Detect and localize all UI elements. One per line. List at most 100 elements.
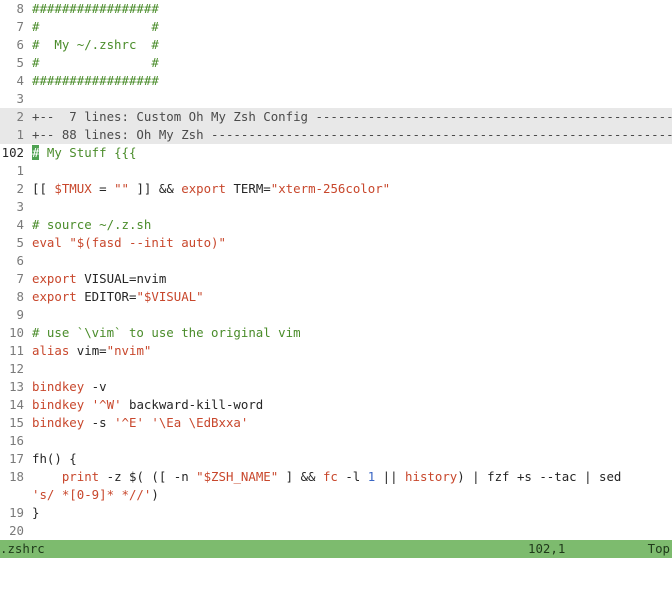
line-number: 4	[16, 73, 24, 88]
code-line[interactable]: 6	[0, 252, 672, 270]
line-text: export EDITOR="$VISUAL"	[24, 288, 204, 306]
token-plain: }	[32, 505, 40, 520]
token-keyword: export	[181, 181, 226, 196]
code-line[interactable]: 15 bindkey -s '^E' '\Ea \EdBxxa'	[0, 414, 672, 432]
code-line[interactable]: 1	[0, 162, 672, 180]
line-number: 5	[16, 55, 24, 70]
line-text: #################	[24, 72, 159, 90]
line-text: bindkey -s '^E' '\Ea \EdBxxa'	[24, 414, 248, 432]
fold-line[interactable]: 1 +-- 88 lines: Oh My Zsh ---------------…	[0, 126, 672, 144]
code-line[interactable]: 7 export VISUAL=nvim	[0, 270, 672, 288]
line-text: +-- 88 lines: Oh My Zsh ----------------…	[24, 126, 672, 144]
line-number: 8	[16, 1, 24, 16]
code-line[interactable]: 10 # use `\vim` to use the original vim	[0, 324, 672, 342]
code-line[interactable]: 3	[0, 198, 672, 216]
token-plain: fh() {	[32, 451, 77, 466]
code-line[interactable]: 7 # #	[0, 18, 672, 36]
code-line[interactable]: 13 bindkey -v	[0, 378, 672, 396]
token-string: "xterm-256color"	[270, 181, 391, 196]
token-string: "$(fasd --init auto)"	[69, 235, 226, 250]
token-plain: ||	[375, 469, 406, 484]
token-plain: -z $( ([ -n	[99, 469, 197, 484]
token-keyword: export	[32, 289, 77, 304]
token-comment: # #	[32, 19, 159, 34]
code-line[interactable]: 8 #################	[0, 0, 672, 18]
token-string: 's/ *[0-9]* *//'	[32, 487, 152, 502]
line-number: 6	[16, 37, 24, 52]
line-text: # use `\vim` to use the original vim	[24, 324, 301, 342]
token-keyword: bindkey	[32, 415, 85, 430]
code-line[interactable]: 's/ *[0-9]* *//')	[0, 486, 672, 504]
code-line[interactable]: 4 # source ~/.z.sh	[0, 216, 672, 234]
token-plain: TERM=	[226, 181, 271, 196]
code-line[interactable]: 11 alias vim="nvim"	[0, 342, 672, 360]
code-line[interactable]: 4 #################	[0, 72, 672, 90]
code-line[interactable]: 14 bindkey '^W' backward-kill-word	[0, 396, 672, 414]
code-line[interactable]: 2[[ $TMUX = "" ]] && export TERM="xterm-…	[0, 180, 672, 198]
line-number: 2	[16, 109, 24, 124]
token-plain: ) | fzf +s --tac | sed	[457, 469, 622, 484]
line-number: 5	[16, 235, 24, 250]
status-filename: .zshrc	[0, 541, 45, 556]
code-line[interactable]: 8 export EDITOR="$VISUAL"	[0, 288, 672, 306]
token-comment: # source ~/.z.sh	[32, 217, 152, 232]
line-number: 3	[16, 199, 24, 214]
line-text: bindkey '^W' backward-kill-word	[24, 396, 263, 414]
token-plain: )	[151, 487, 159, 502]
line-text: bindkey -v	[24, 378, 107, 396]
line-number: 17	[9, 451, 24, 466]
status-line: .zshrc 102,1 Top	[0, 540, 672, 558]
token-string: "$VISUAL"	[136, 289, 204, 304]
token-keyword: $TMUX	[54, 181, 92, 196]
code-line[interactable]: 5 eval "$(fasd --init auto)"	[0, 234, 672, 252]
line-text: eval "$(fasd --init auto)"	[24, 234, 226, 252]
token-plain: ] &&	[278, 469, 323, 484]
line-text: fh() {	[24, 450, 77, 468]
code-line[interactable]: 18 print -z $( ([ -n "$ZSH_NAME" ] && fc…	[0, 468, 672, 486]
token-plain: vim=	[69, 343, 107, 358]
token-string: ""	[114, 181, 130, 196]
token-string: '^E'	[114, 415, 144, 430]
line-number: 2	[16, 181, 24, 196]
line-text: # #	[24, 54, 159, 72]
line-text: alias vim="nvim"	[24, 342, 151, 360]
token-comment: # My ~/.zshrc #	[32, 37, 159, 52]
line-text: # My ~/.zshrc #	[24, 36, 159, 54]
token-plain: EDITOR=	[76, 289, 137, 304]
code-line[interactable]: 12	[0, 360, 672, 378]
current-line[interactable]: 102 # My Stuff {{{	[0, 144, 672, 162]
token-plain: VISUAL=nvim	[76, 271, 167, 286]
status-cursor-position: 102,1	[528, 541, 566, 556]
token-string: "nvim"	[106, 343, 152, 358]
line-number: 16	[9, 433, 24, 448]
token-keyword: export	[32, 271, 77, 286]
code-line[interactable]: 6 # My ~/.zshrc #	[0, 36, 672, 54]
line-number: 8	[16, 289, 24, 304]
code-line[interactable]: 20	[0, 522, 672, 540]
code-line[interactable]: 19}	[0, 504, 672, 522]
code-line[interactable]: 9	[0, 306, 672, 324]
line-text: +-- 7 lines: Custom Oh My Zsh Config ---…	[24, 108, 672, 126]
token-plain: [[	[32, 181, 55, 196]
line-text: export VISUAL=nvim	[24, 270, 166, 288]
line-number: 11	[9, 343, 24, 358]
code-line[interactable]: 17 fh() {	[0, 450, 672, 468]
token-plain: -v	[84, 379, 107, 394]
token-plain: backward-kill-word	[121, 397, 264, 412]
token-keyword: eval	[32, 235, 62, 250]
fold-line[interactable]: 2 +-- 7 lines: Custom Oh My Zsh Config --…	[0, 108, 672, 126]
token-comment: # #	[32, 55, 159, 70]
line-text: # My Stuff {{{	[24, 144, 136, 162]
line-number: 10	[9, 325, 24, 340]
token-fold: +-- 88 lines: Oh My Zsh ----------------…	[32, 127, 672, 142]
code-line[interactable]: 16	[0, 432, 672, 450]
line-text: print -z $( ([ -n "$ZSH_NAME" ] && fc -l…	[24, 468, 622, 486]
editor-buffer[interactable]: 8 ################# 7 # # 6 # My ~/.zshrc # 5 #…	[0, 0, 672, 540]
token-string: '^W'	[91, 397, 122, 412]
line-number: 14	[9, 397, 24, 412]
line-number: 19	[9, 505, 24, 520]
code-line[interactable]: 5 # #	[0, 54, 672, 72]
code-line[interactable]: 3	[0, 90, 672, 108]
